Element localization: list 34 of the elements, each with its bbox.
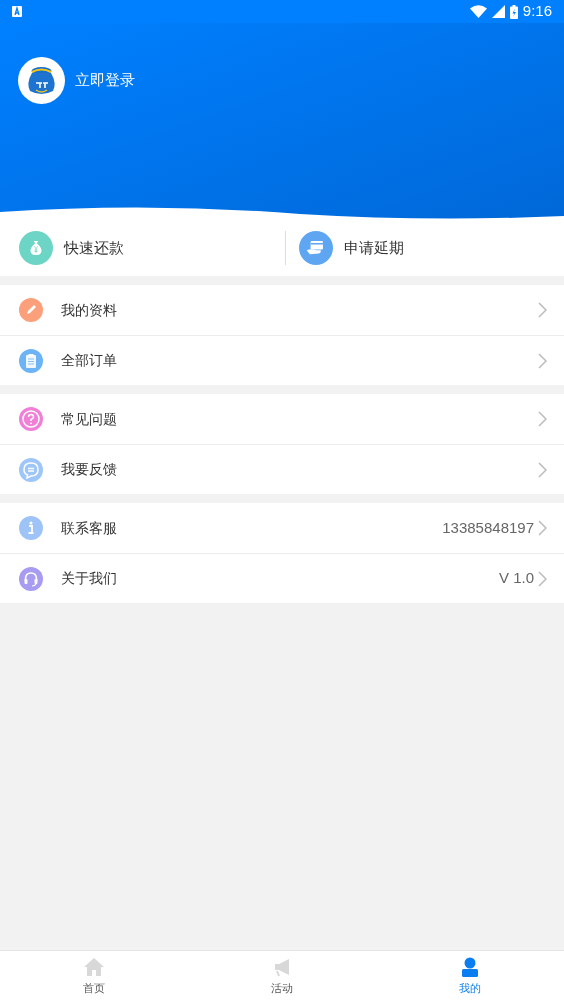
menu-row[interactable]: 全部订单 <box>0 335 564 385</box>
menu-row[interactable]: 我的资料 <box>0 285 564 335</box>
quick-action-button[interactable]: 快速还款 <box>0 220 285 276</box>
wifi-icon <box>469 5 487 18</box>
menu-value: V 1.0 <box>498 568 534 589</box>
tab-button[interactable]: 我的 <box>376 951 564 1002</box>
chevron-right-icon <box>538 520 547 536</box>
tab-button[interactable]: 首页 <box>0 951 188 1002</box>
battery-icon <box>509 4 518 19</box>
signal-icon <box>491 5 505 18</box>
menu-value: 13385848197 <box>442 517 534 538</box>
login-button[interactable]: 立即登录 <box>18 57 135 104</box>
menu-label: 关于我们 <box>61 569 117 588</box>
menu-label: 联系客服 <box>61 518 117 538</box>
notification-icon <box>12 6 22 17</box>
money-bag-avatar-icon <box>18 57 65 104</box>
tab-button[interactable]: 活动 <box>188 951 376 1002</box>
chevron-right-icon <box>538 302 547 318</box>
chevron-right-icon <box>538 411 547 427</box>
chevron-right-icon <box>538 570 547 587</box>
menu-row[interactable]: 联系客服 13385848197 <box>0 503 564 553</box>
person-icon <box>459 956 481 979</box>
menu-label: 全部订单 <box>61 351 117 370</box>
menu-label: 常见问题 <box>61 409 117 429</box>
menu-row[interactable]: 我要反馈 <box>0 444 564 494</box>
status-time: 9:16 <box>522 1 552 22</box>
quick-action-button[interactable]: 申请延期 <box>285 220 564 276</box>
menu-row[interactable]: 关于我们 V 1.0 <box>0 553 564 603</box>
menu-label: 我的资料 <box>61 300 117 320</box>
menu-row[interactable]: 常见问题 <box>0 394 564 444</box>
home-icon <box>83 956 105 979</box>
menu-label: 我要反馈 <box>61 460 117 479</box>
chevron-right-icon <box>538 461 547 478</box>
chevron-right-icon <box>538 352 547 369</box>
